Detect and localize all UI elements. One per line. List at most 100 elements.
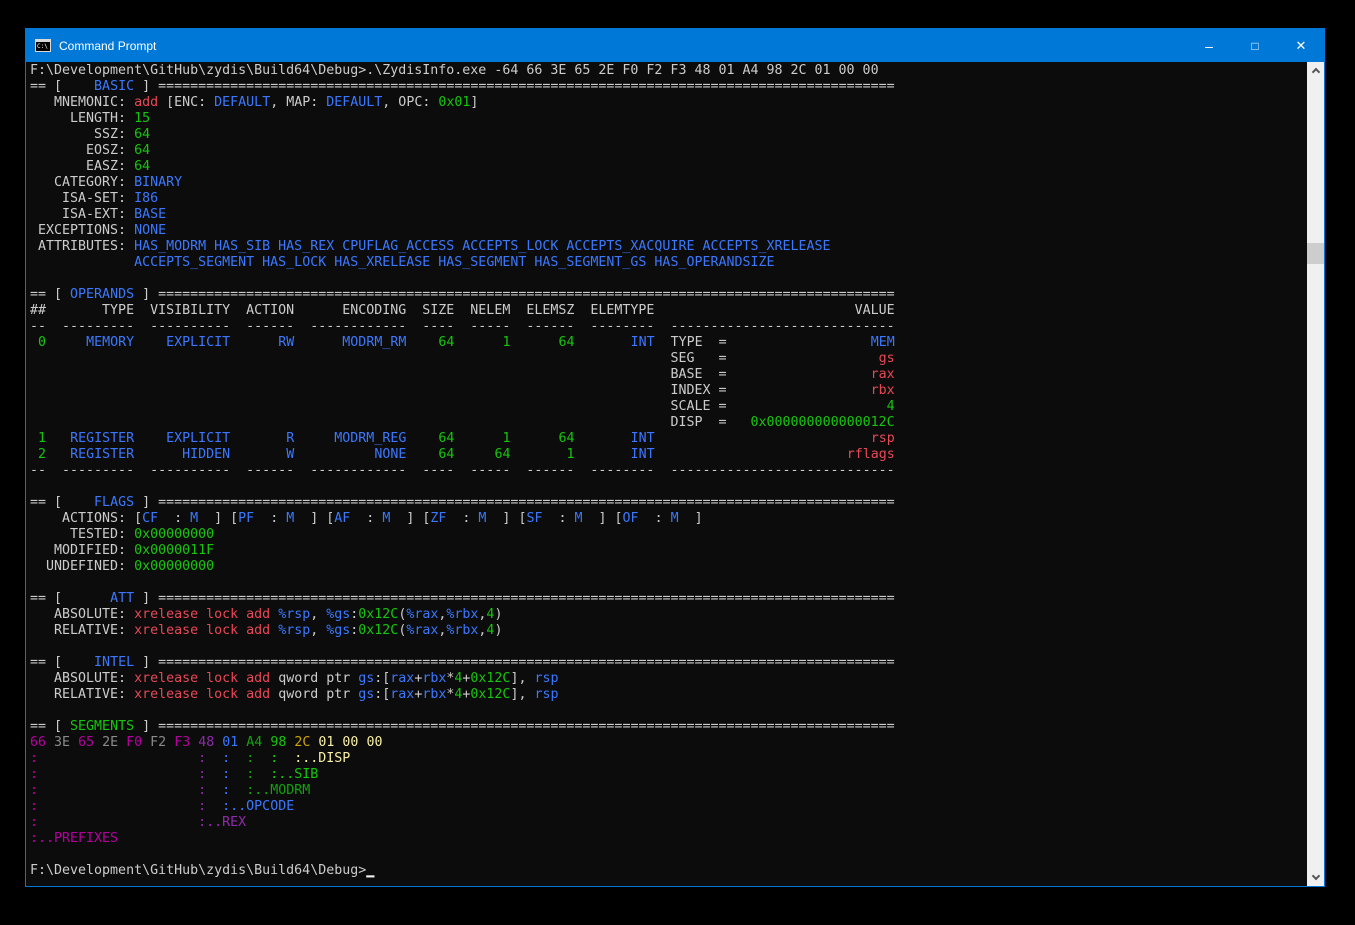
text-segment: SSZ: bbox=[30, 127, 134, 142]
text-segment: ========================================… bbox=[158, 655, 895, 670]
text-segment: ] [ bbox=[390, 511, 430, 526]
terminal-line: ABSOLUTE: xrelease lock add %rsp, %gs:0x… bbox=[30, 607, 1307, 623]
terminal-output[interactable]: F:\Development\GitHub\zydis\Build64\Debu… bbox=[26, 62, 1307, 886]
text-segment bbox=[406, 447, 438, 462]
text-segment: DEFAULT bbox=[326, 95, 382, 110]
text-segment: F:\Development\GitHub\zydis\Build64\Debu… bbox=[30, 63, 879, 78]
maximize-button[interactable]: □ bbox=[1232, 29, 1278, 62]
text-segment: : bbox=[350, 511, 382, 526]
text-segment: == [ bbox=[30, 79, 62, 94]
text-segment bbox=[726, 351, 878, 366]
text-segment: 0x01 bbox=[438, 95, 470, 110]
text-cursor: ▁ bbox=[366, 863, 374, 878]
text-segment: F0 bbox=[126, 735, 142, 750]
cmd-icon[interactable]: C:\ bbox=[35, 39, 51, 52]
terminal-line: UNDEFINED: 0x00000000 bbox=[30, 559, 1307, 575]
text-segment: gs bbox=[879, 351, 895, 366]
text-segment: 1 bbox=[38, 431, 46, 446]
text-segment: , MAP: bbox=[270, 95, 326, 110]
text-segment: 64 bbox=[134, 159, 150, 174]
text-segment: DEFAULT bbox=[214, 95, 270, 110]
text-segment: == [ bbox=[30, 591, 62, 606]
terminal-line: EASZ: 64 bbox=[30, 159, 1307, 175]
text-segment: : bbox=[246, 767, 254, 782]
text-segment: 64 bbox=[134, 143, 150, 158]
text-segment: 98 bbox=[270, 735, 286, 750]
text-segment bbox=[254, 751, 270, 766]
text-segment: EXCEPTIONS: bbox=[30, 223, 134, 238]
maximize-icon: □ bbox=[1251, 39, 1258, 53]
text-segment bbox=[230, 751, 246, 766]
text-segment: ] bbox=[134, 495, 158, 510]
text-segment: rbx bbox=[871, 383, 895, 398]
terminal-line: ABSOLUTE: xrelease lock add qword ptr gs… bbox=[30, 671, 1307, 687]
text-segment: :[ bbox=[374, 687, 390, 702]
text-segment: : bbox=[30, 815, 38, 830]
text-segment: == [ bbox=[30, 495, 62, 510]
text-segment: ========================================… bbox=[158, 287, 895, 302]
text-segment: : bbox=[639, 511, 671, 526]
text-segment bbox=[206, 767, 222, 782]
terminal-line: INDEX = rbx bbox=[30, 383, 1307, 399]
text-segment bbox=[46, 431, 70, 446]
text-segment: 0x00000000 bbox=[134, 527, 214, 542]
text-segment: INT bbox=[631, 447, 655, 462]
terminal-line: 1 REGISTER EXPLICIT R MODRM_REG 64 1 64 … bbox=[30, 431, 1307, 447]
terminal-line: == [ INTEL ] ===========================… bbox=[30, 655, 1307, 671]
text-segment bbox=[654, 303, 854, 318]
text-segment: ATTRIBUTES: bbox=[30, 239, 134, 254]
title-bar[interactable]: C:\ Command Prompt – □ ✕ bbox=[26, 29, 1324, 62]
text-segment: SEGMENTS bbox=[62, 719, 134, 734]
scroll-up-button[interactable] bbox=[1307, 62, 1324, 79]
text-segment bbox=[142, 735, 150, 750]
text-segment: :..DISP bbox=[294, 751, 350, 766]
scroll-down-button[interactable] bbox=[1307, 869, 1324, 886]
terminal-line: RELATIVE: xrelease lock add qword ptr gs… bbox=[30, 687, 1307, 703]
text-segment: NONE bbox=[374, 447, 406, 462]
minimize-button[interactable]: – bbox=[1186, 29, 1232, 62]
text-segment bbox=[454, 447, 494, 462]
text-segment: : bbox=[542, 511, 574, 526]
text-segment: F2 bbox=[150, 735, 166, 750]
text-segment: :..MODRM bbox=[246, 783, 310, 798]
text-segment: 4 bbox=[887, 399, 895, 414]
text-segment bbox=[278, 751, 294, 766]
text-segment: ] [ bbox=[198, 511, 238, 526]
text-segment: ] bbox=[134, 79, 158, 94]
close-button[interactable]: ✕ bbox=[1278, 29, 1324, 62]
terminal-line: BASE = rax bbox=[30, 367, 1307, 383]
text-segment: 0x12C bbox=[358, 607, 398, 622]
terminal-line: 0 MEMORY EXPLICIT RW MODRM_RM 64 1 64 IN… bbox=[30, 335, 1307, 351]
text-segment bbox=[294, 431, 334, 446]
text-segment bbox=[575, 447, 631, 462]
scrollbar-thumb[interactable] bbox=[1307, 243, 1324, 264]
text-segment bbox=[727, 335, 871, 350]
text-segment: 48 bbox=[198, 735, 214, 750]
terminal-line: MNEMONIC: add [ENC: DEFAULT, MAP: DEFAUL… bbox=[30, 95, 1307, 111]
text-segment bbox=[46, 735, 54, 750]
terminal-line: : :..REX bbox=[30, 815, 1307, 831]
text-segment: SF bbox=[526, 511, 542, 526]
text-segment: LENGTH: bbox=[30, 111, 134, 126]
scrollbar[interactable] bbox=[1307, 62, 1324, 886]
text-segment: xrelease lock add bbox=[134, 607, 278, 622]
text-segment bbox=[510, 431, 558, 446]
terminal-line: ## TYPE VISIBILITY ACTION ENCODING SIZE … bbox=[30, 303, 1307, 319]
text-segment bbox=[230, 335, 278, 350]
text-segment: AF bbox=[334, 511, 350, 526]
text-segment bbox=[134, 447, 182, 462]
text-segment bbox=[230, 447, 286, 462]
terminal-line: == [ BASIC ] ===========================… bbox=[30, 79, 1307, 95]
text-segment: 2C bbox=[294, 735, 310, 750]
text-segment: NONE bbox=[134, 223, 166, 238]
text-segment: MODIFIED: bbox=[30, 543, 134, 558]
text-segment: : bbox=[158, 511, 190, 526]
text-segment bbox=[38, 751, 198, 766]
text-segment: rflags bbox=[847, 447, 895, 462]
text-segment: 65 bbox=[78, 735, 94, 750]
text-segment: ] bbox=[679, 511, 703, 526]
terminal-line: RELATIVE: xrelease lock add %rsp, %gs:0x… bbox=[30, 623, 1307, 639]
text-segment: ] bbox=[134, 655, 158, 670]
text-segment: :[ bbox=[374, 671, 390, 686]
text-segment: qword ptr bbox=[278, 687, 358, 702]
